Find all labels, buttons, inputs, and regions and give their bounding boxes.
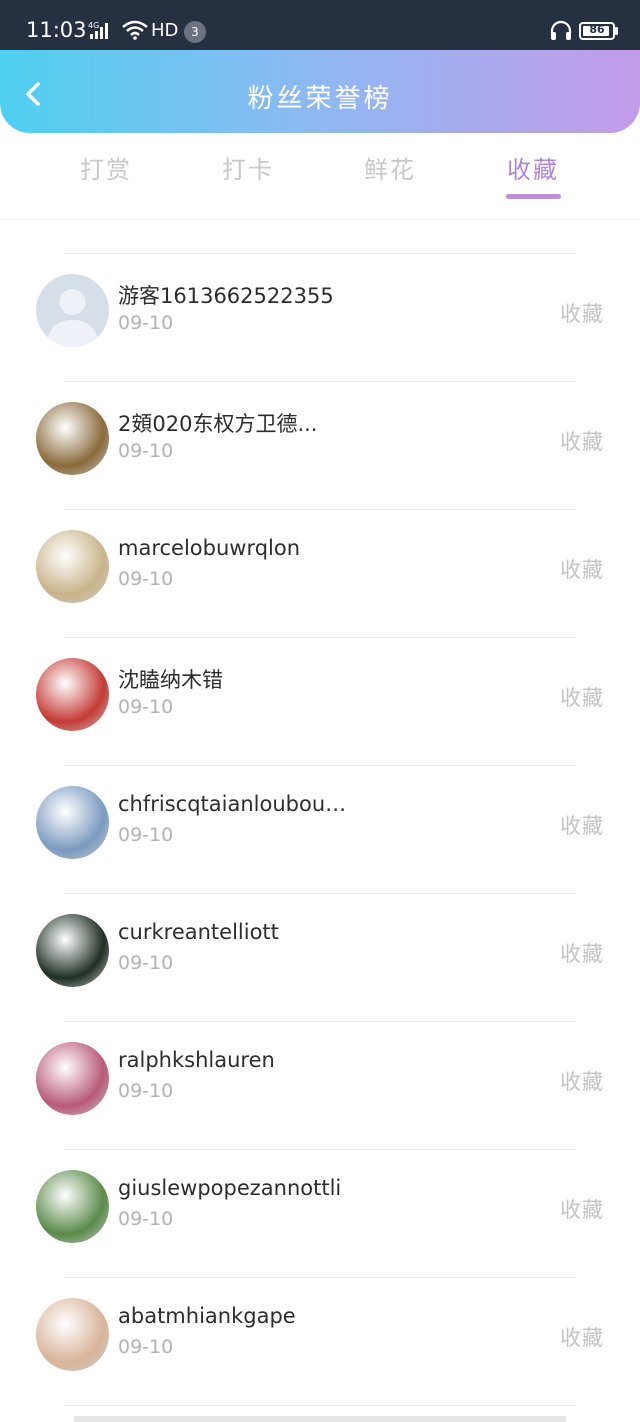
list-item[interactable]: abatmhiankgape 09-10 收藏 (0, 1278, 640, 1406)
status-time: 11:03 (26, 18, 87, 42)
avatar[interactable] (36, 914, 109, 987)
battery-icon: 86 (579, 22, 615, 40)
favorite-label: 收藏 (560, 814, 604, 838)
favorite-label: 收藏 (560, 942, 604, 966)
favorite-label: 收藏 (560, 686, 604, 710)
list-item[interactable]: 游客1613662522355 09-10 收藏 (0, 254, 640, 382)
user-name[interactable]: ralphkshlauren (118, 1048, 275, 1072)
date-label: 09-10 (118, 952, 174, 974)
list-item[interactable]: chfriscqtaianlouboutin 09-10 收藏 (0, 766, 640, 894)
user-name[interactable]: giuslewpopezannottli (118, 1176, 341, 1200)
user-name[interactable]: marcelobuwrqlon (118, 536, 300, 560)
avatar[interactable] (36, 1298, 109, 1371)
user-name[interactable]: 沈瞌纳木错 (118, 664, 223, 694)
favorite-label: 收藏 (560, 1326, 604, 1350)
user-name[interactable]: 2頞020东权方卫德... (118, 408, 317, 438)
list-item[interactable]: curkreantelliott 09-10 收藏 (0, 894, 640, 1022)
tab-reward[interactable]: 打赏 (56, 150, 156, 185)
avatar[interactable] (36, 786, 109, 859)
list-item[interactable]: marcelobuwrqlon 09-10 收藏 (0, 510, 640, 638)
favorite-label: 收藏 (560, 1070, 604, 1094)
default-user-icon (46, 289, 99, 347)
user-name[interactable]: curkreantelliott (118, 920, 279, 944)
cellular-signal-icon: 4G (88, 21, 108, 39)
avatar[interactable] (36, 1042, 109, 1115)
page-title: 粉丝荣誉榜 (247, 84, 393, 114)
avatar[interactable] (36, 530, 109, 603)
date-label: 09-10 (118, 824, 174, 846)
date-label: 09-10 (118, 1208, 174, 1230)
list-item[interactable]: 沈瞌纳木错 09-10 收藏 (0, 638, 640, 766)
tab-favorites[interactable]: 收藏 (483, 150, 583, 185)
user-name[interactable]: 游客1613662522355 (118, 280, 334, 310)
avatar[interactable] (36, 1170, 109, 1243)
avatar[interactable] (36, 274, 109, 347)
list-item[interactable]: ralphkshlauren 09-10 收藏 (0, 1022, 640, 1150)
battery-tip (615, 27, 618, 35)
hd-label: HD (151, 20, 179, 41)
date-label: 09-10 (118, 1336, 174, 1358)
tab-active-indicator (506, 194, 561, 199)
headset-icon (550, 20, 572, 40)
wifi-icon (122, 20, 148, 40)
tab-bar: 打赏 打卡 鲜花 收藏 (0, 140, 640, 210)
network-type-label: 4G (88, 21, 99, 30)
status-bar: 11:03 4G HD 3 86 (0, 0, 640, 50)
bottom-scroll-hint (74, 1416, 566, 1422)
user-name[interactable]: abatmhiankgape (118, 1304, 296, 1328)
favorite-label: 收藏 (560, 1198, 604, 1222)
user-name[interactable]: chfriscqtaianlouboutin (118, 792, 348, 816)
battery-percent: 86 (589, 23, 605, 36)
date-label: 09-10 (118, 1080, 174, 1102)
date-label: 09-10 (118, 440, 174, 462)
list-item[interactable]: 09-10收藏 (0, 220, 640, 254)
list-item[interactable]: giuslewpopezannottli 09-10 收藏 (0, 1150, 640, 1278)
date-label: 09-10 (118, 696, 174, 718)
fans-list: 09-10收藏游客161366252235509-10收藏2頞020东权方卫德.… (0, 220, 640, 1420)
row-divider (64, 1405, 576, 1406)
favorite-label: 收藏 (560, 430, 604, 454)
list-item[interactable]: 2頞020东权方卫德... 09-10 收藏 (0, 382, 640, 510)
tab-checkin[interactable]: 打卡 (198, 150, 298, 185)
date-label: 09-10 (118, 312, 174, 334)
tab-flowers[interactable]: 鲜花 (340, 150, 440, 185)
header-bar: 11:03 4G HD 3 86 粉丝荣誉榜 (0, 0, 640, 133)
avatar[interactable] (36, 658, 109, 731)
favorite-label: 收藏 (560, 558, 604, 582)
favorite-label: 收藏 (560, 302, 604, 326)
date-label: 09-10 (118, 568, 174, 590)
avatar[interactable] (36, 402, 109, 475)
notification-badge: 3 (184, 21, 206, 43)
